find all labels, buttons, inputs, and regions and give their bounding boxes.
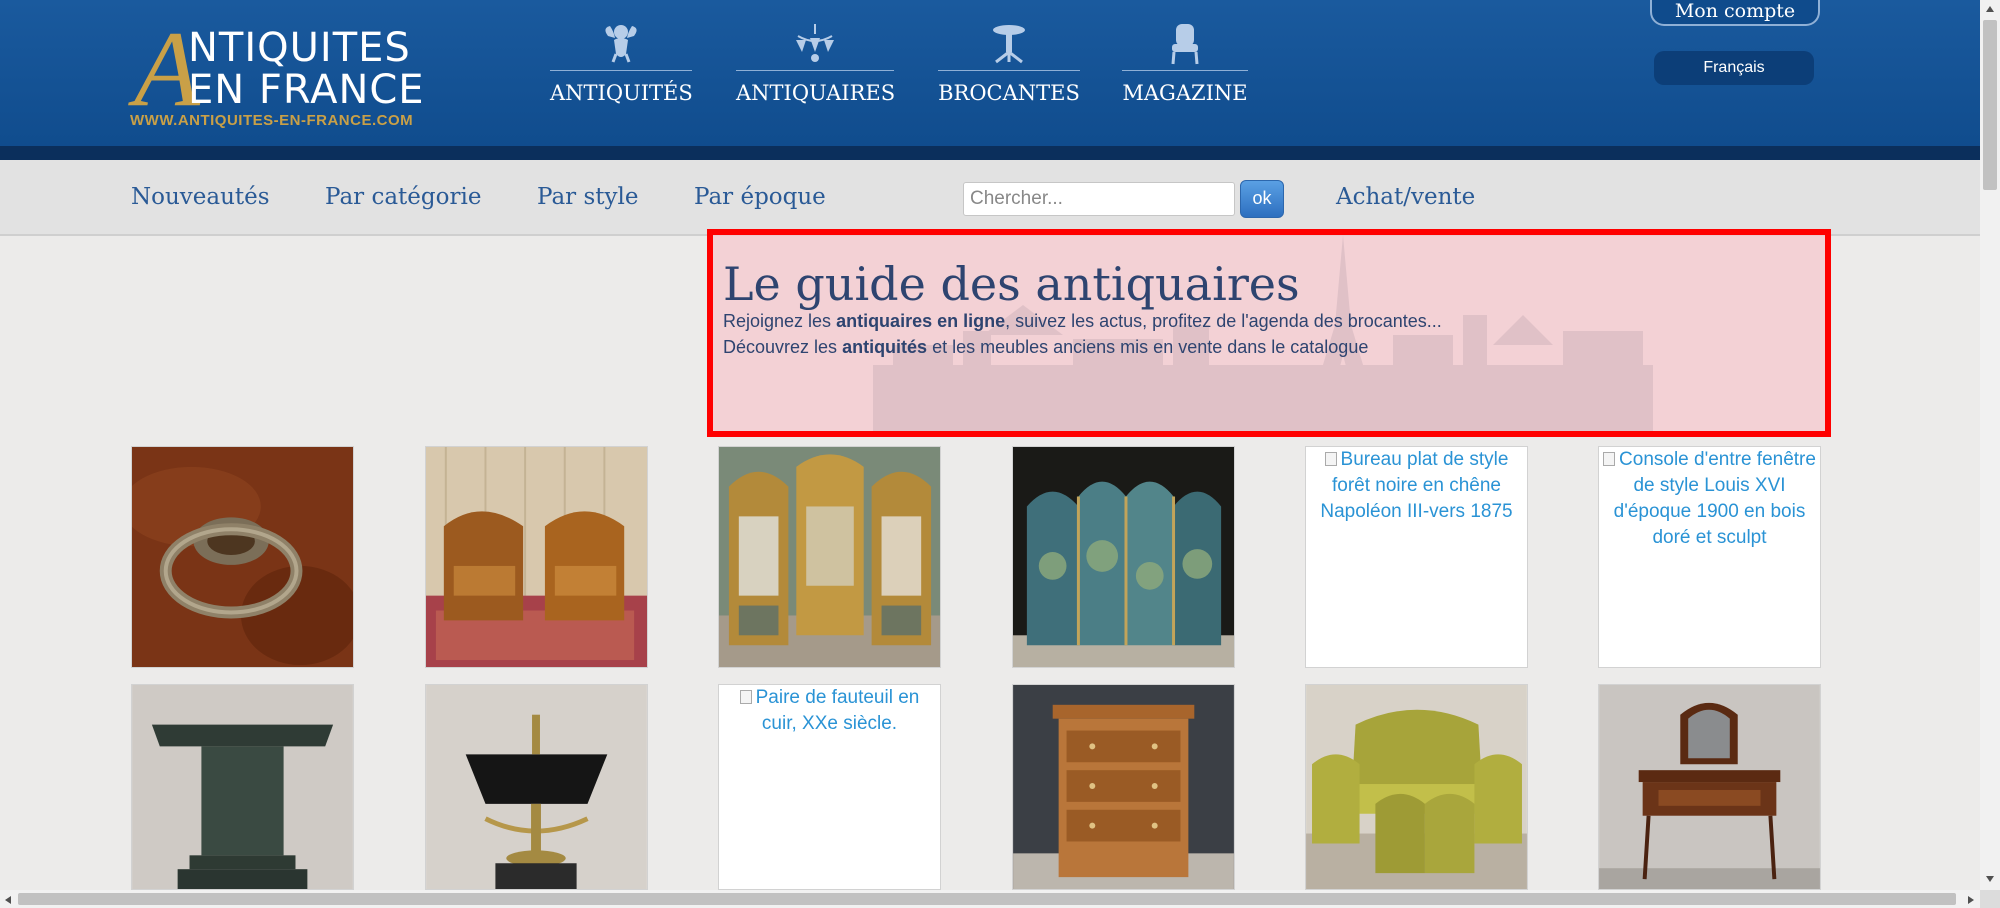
account-link[interactable]: Mon compte <box>1650 0 1820 26</box>
product-tile-broken-image[interactable]: Console d'entre fenêtre de style Louis X… <box>1598 446 1821 668</box>
search-input[interactable] <box>963 182 1235 216</box>
guide-title: Le guide des antiquaires <box>723 257 1300 311</box>
nav-antiquites[interactable]: ANTIQUITÉS <box>550 22 693 112</box>
language-selector[interactable]: Français <box>1654 51 1814 85</box>
broken-image-icon <box>1603 452 1616 466</box>
guide-link-antiquaires[interactable]: antiquaires en ligne <box>836 311 1005 331</box>
subnav-par-categorie[interactable]: Par catégorie <box>325 184 481 210</box>
product-alt-label: Bureau plat de style forêt noire en chên… <box>1320 449 1513 522</box>
guide-line-2: Découvrez les antiquités et les meubles … <box>723 337 1368 358</box>
bouillotte-lamp-image <box>426 685 647 889</box>
guide-line-1: Rejoignez les antiquaires en ligne, suiv… <box>723 311 1442 332</box>
header-bottom-band <box>0 146 1980 160</box>
product-tile[interactable] <box>1012 684 1235 890</box>
nav-brocantes-label: BROCANTES <box>938 81 1080 105</box>
product-tile[interactable] <box>131 684 354 890</box>
scroll-up-arrow-icon[interactable] <box>1984 4 1996 14</box>
product-alt-text: Paire de fauteuil en cuir, XXe siècle. <box>719 685 940 737</box>
sub-nav: Nouveautés Par catégorie Par style Par é… <box>0 160 1980 236</box>
nav-rule <box>550 70 692 71</box>
search-ok-button[interactable]: ok <box>1240 180 1284 218</box>
bronze-handle-image <box>132 447 353 667</box>
product-alt-text: Console d'entre fenêtre de style Louis X… <box>1599 447 1820 551</box>
marble-pedestal-image <box>132 685 353 889</box>
logo-url: WWW.ANTIQUITES-EN-FRANCE.COM <box>130 112 414 129</box>
chandelier-icon <box>796 24 834 62</box>
gilded-screen-image <box>719 447 940 667</box>
vertical-scrollbar-thumb[interactable] <box>1983 20 1997 190</box>
product-tile[interactable] <box>1598 684 1821 890</box>
nav-brocantes[interactable]: BROCANTES <box>938 22 1080 112</box>
product-alt-label: Console d'entre fenêtre de style Louis X… <box>1613 449 1816 548</box>
scroll-down-arrow-icon[interactable] <box>1984 874 1996 884</box>
product-alt-label: Paire de fauteuil en cuir, XXe siècle. <box>755 687 920 734</box>
product-tile[interactable] <box>131 446 354 668</box>
guide-banner: Le guide des antiquaires Rejoignez les a… <box>707 229 1831 437</box>
pedestal-table-icon <box>993 25 1025 64</box>
scroll-right-arrow-icon[interactable] <box>1966 894 1976 906</box>
nav-rule <box>1122 70 1248 71</box>
leather-club-chairs-image <box>426 447 647 667</box>
subnav-nouveautes[interactable]: Nouveautés <box>131 184 270 210</box>
guide-line-2-pre: Découvrez les <box>723 337 843 357</box>
wooden-chest-of-drawers-image <box>1013 685 1234 889</box>
nav-antiquaires-label: ANTIQUAIRES <box>736 81 896 105</box>
guide-line-1-pre: Rejoignez les <box>723 311 837 331</box>
product-tile[interactable] <box>1305 684 1528 890</box>
site-logo[interactable]: A NTIQUITES EN FRANCE WWW.ANTIQUITES-EN-… <box>130 16 440 131</box>
logo-line-2: EN FRANCE <box>188 67 425 113</box>
nav-magazine[interactable]: MAGAZINE <box>1122 22 1248 112</box>
horizontal-scrollbar-thumb[interactable] <box>18 893 1956 905</box>
product-tile[interactable] <box>425 684 648 890</box>
scroll-left-arrow-icon[interactable] <box>3 894 13 906</box>
subnav-achat-vente[interactable]: Achat/vente <box>1336 184 1475 210</box>
painted-folding-screen-image <box>1013 447 1234 667</box>
nav-rule <box>736 70 894 71</box>
broken-image-icon <box>739 690 752 704</box>
nav-rule <box>938 70 1080 71</box>
broken-image-icon <box>1324 452 1337 466</box>
logo-line-1: NTIQUITES <box>188 25 411 71</box>
guide-line-2-post: et les meubles anciens mis en vente dans… <box>927 337 1369 357</box>
guide-line-1-post: , suivez les actus, profitez de l'agenda… <box>1005 311 1442 331</box>
product-alt-text: Bureau plat de style forêt noire en chên… <box>1306 447 1527 525</box>
guide-link-antiquites[interactable]: antiquités <box>842 337 927 357</box>
dressing-table-image <box>1599 685 1820 889</box>
product-tile-broken-image[interactable]: Bureau plat de style forêt noire en chên… <box>1305 446 1528 668</box>
product-tile-broken-image[interactable]: Paire de fauteuil en cuir, XXe siècle. <box>718 684 941 890</box>
nav-antiquites-label: ANTIQUITÉS <box>550 81 693 105</box>
product-tile[interactable] <box>718 446 941 668</box>
subnav-par-epoque[interactable]: Par époque <box>694 184 826 210</box>
product-tile[interactable] <box>425 446 648 668</box>
nav-magazine-label: MAGAZINE <box>1122 81 1248 105</box>
subnav-par-style[interactable]: Par style <box>537 184 638 210</box>
cherub-icon <box>605 25 637 63</box>
nav-antiquaires[interactable]: ANTIQUAIRES <box>736 22 896 112</box>
scrollbar-corner <box>1980 890 2000 908</box>
yellow-salon-set-image <box>1306 685 1527 889</box>
product-tile[interactable] <box>1012 446 1235 668</box>
armchair-icon <box>1171 24 1199 65</box>
